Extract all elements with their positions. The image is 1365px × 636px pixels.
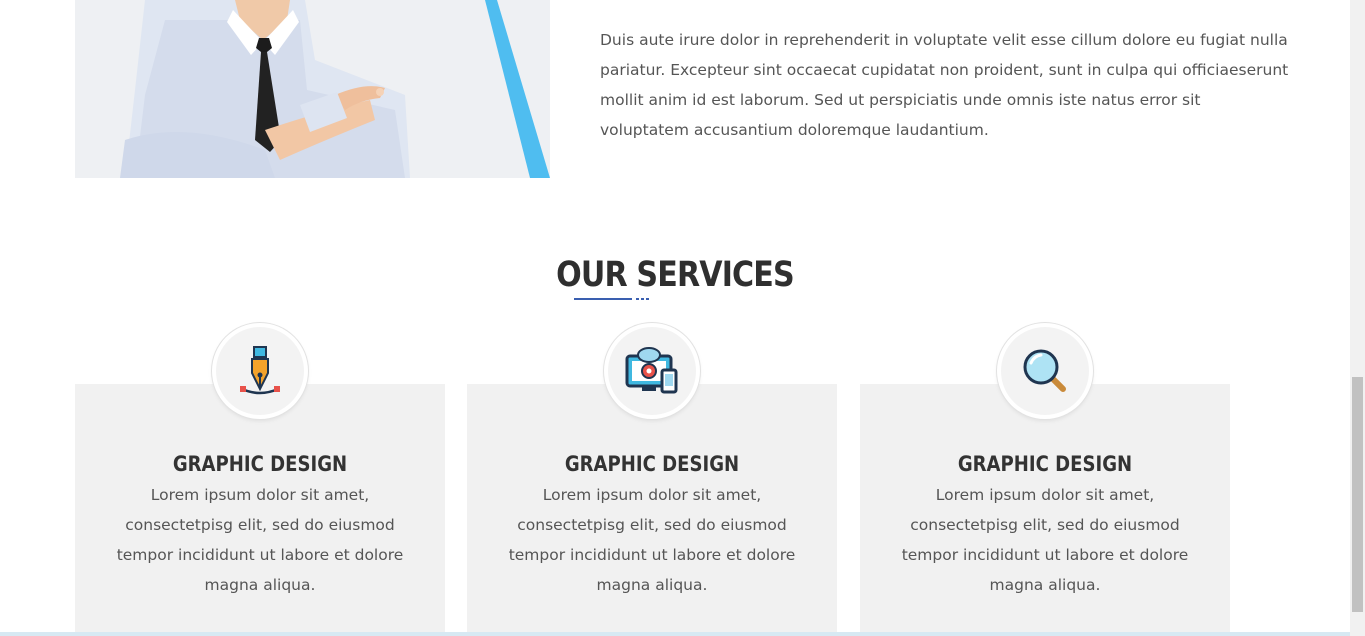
service-text-3: Lorem ipsum dolor sit amet, consectetpis… bbox=[901, 486, 1189, 594]
title-underline-dots bbox=[636, 298, 650, 300]
service-icon-circle-2 bbox=[604, 323, 700, 419]
title-underline bbox=[574, 298, 632, 300]
section-title: OUR SERVICES bbox=[556, 255, 794, 295]
intro-paragraph: Duis aute irure dolor in reprehenderit i… bbox=[600, 31, 1289, 139]
page-scrollbar[interactable] bbox=[1350, 0, 1365, 636]
service-title-3: GRAPHIC DESIGN bbox=[957, 452, 1133, 476]
service-icon-circle-3 bbox=[997, 323, 1093, 419]
service-title-2: GRAPHIC DESIGN bbox=[564, 452, 740, 476]
pen-tool-icon bbox=[216, 327, 304, 415]
bottom-strip bbox=[0, 632, 1350, 636]
page: Duis aute irure dolor in reprehenderit i… bbox=[0, 0, 1365, 636]
hero-businessman-image bbox=[75, 0, 550, 178]
scrollbar-thumb[interactable] bbox=[1352, 377, 1363, 612]
devices-settings-icon bbox=[608, 327, 696, 415]
magnifier-icon bbox=[1001, 327, 1089, 415]
service-text-2: Lorem ipsum dolor sit amet, consectetpis… bbox=[508, 486, 796, 594]
service-text-1: Lorem ipsum dolor sit amet, consectetpis… bbox=[116, 486, 404, 594]
service-title-1: GRAPHIC DESIGN bbox=[172, 452, 348, 476]
service-icon-circle-1 bbox=[212, 323, 308, 419]
